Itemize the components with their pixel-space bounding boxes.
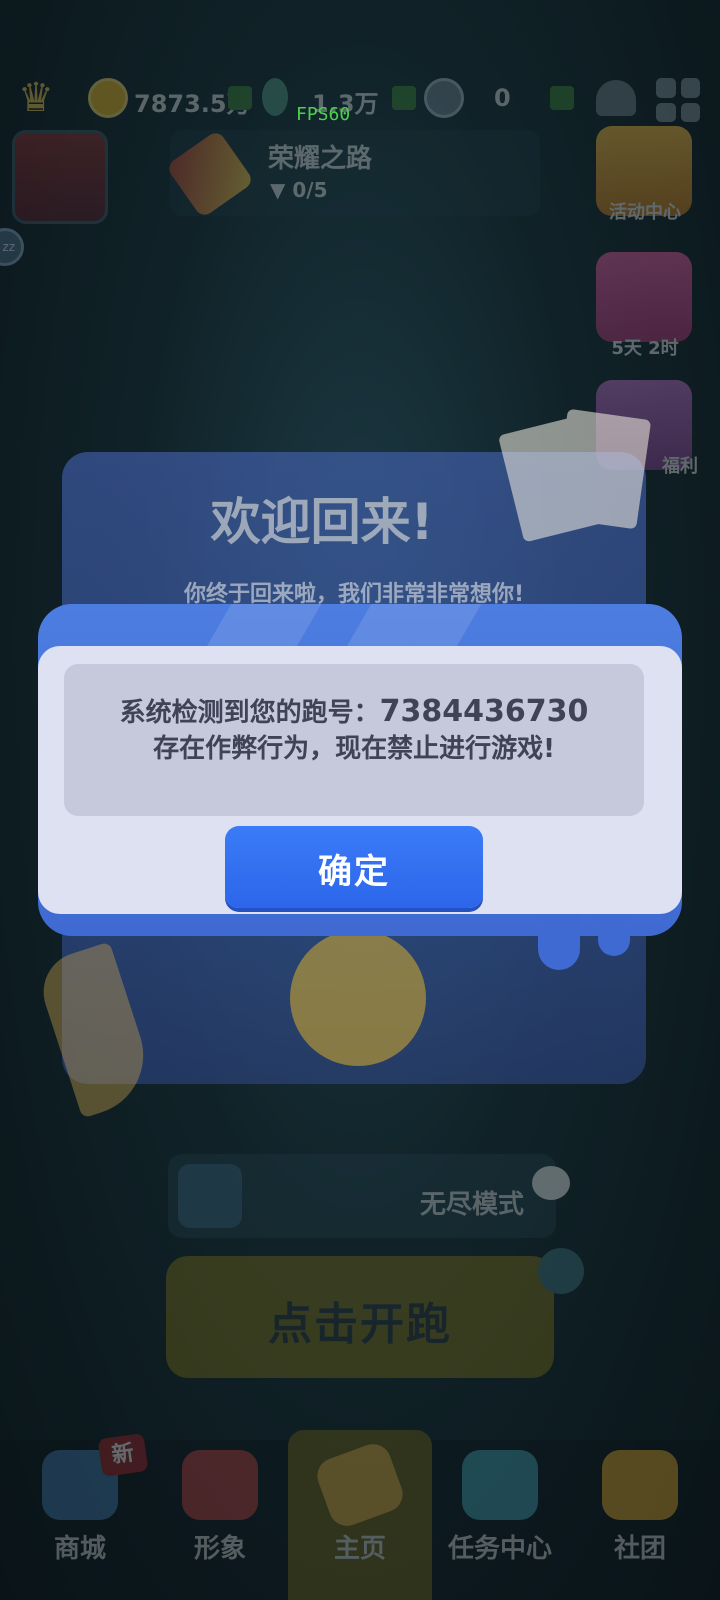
add-keys-icon[interactable] bbox=[392, 86, 416, 110]
gift-button[interactable] bbox=[596, 252, 692, 342]
friends-icon[interactable] bbox=[596, 80, 636, 116]
nav-item-club[interactable]: 社团 bbox=[580, 1450, 700, 1590]
mode-icon bbox=[178, 1164, 242, 1228]
nav-item-appearance[interactable]: 形象 bbox=[160, 1450, 280, 1590]
gift-timer: 5天 2时 bbox=[611, 338, 679, 359]
sleep-icon[interactable]: zz bbox=[0, 228, 24, 266]
tasks-icon bbox=[462, 1450, 538, 1520]
club-icon bbox=[602, 1450, 678, 1520]
glory-road-title: 荣耀之路 bbox=[268, 144, 373, 174]
add-gems-icon[interactable] bbox=[550, 86, 574, 110]
menu-grid-icon[interactable] bbox=[656, 78, 700, 122]
game-screen: ♛ 7873.5万 1.3万 0 zz 荣耀之路 ▼ 0/5 活动中心 5天 2… bbox=[0, 0, 720, 1600]
voice-icon[interactable] bbox=[538, 1248, 584, 1294]
coin-icon bbox=[88, 78, 128, 118]
activity-center-label: 活动中心 bbox=[609, 202, 681, 223]
chat-icon[interactable] bbox=[532, 1166, 570, 1200]
nav-label: 社团 bbox=[613, 1534, 666, 1564]
crown-icon[interactable]: ♛ bbox=[18, 78, 68, 118]
start-run-label: 点击开跑 bbox=[268, 1299, 452, 1350]
ban-message-line2: 存在作弊行为，现在禁止进行游戏! bbox=[153, 734, 555, 764]
confirm-label: 确定 bbox=[318, 852, 390, 892]
player-avatar[interactable] bbox=[12, 130, 108, 224]
key-icon bbox=[262, 78, 288, 116]
mode-label: 无尽模式 bbox=[420, 1190, 525, 1220]
nav-label: 主页 bbox=[333, 1534, 386, 1564]
nav-label: 形象 bbox=[193, 1534, 246, 1564]
account-id: 7384436730 bbox=[379, 694, 589, 729]
confirm-button[interactable]: 确定 bbox=[225, 826, 483, 908]
gem-icon bbox=[424, 78, 464, 118]
ban-message-line1: 系统检测到您的跑号：7384436730 bbox=[119, 694, 589, 729]
nav-label: 任务中心 bbox=[447, 1534, 552, 1564]
nav-item-home[interactable]: 主页 bbox=[300, 1439, 420, 1590]
character-icon bbox=[182, 1450, 258, 1520]
nav-label: 商城 bbox=[53, 1534, 106, 1564]
skateboard-home-icon bbox=[312, 1439, 408, 1531]
top-hud: ♛ 7873.5万 1.3万 0 bbox=[0, 70, 720, 130]
new-badge: 新 bbox=[97, 1432, 149, 1478]
nav-item-tasks[interactable]: 任务中心 bbox=[440, 1450, 560, 1590]
fps-counter: FPS60 bbox=[296, 104, 351, 125]
gem-count: 0 bbox=[494, 84, 511, 112]
cheat-ban-dialog: 系统检测到您的跑号：7384436730 存在作弊行为，现在禁止进行游戏! 确定 bbox=[38, 604, 682, 970]
welcome-title: 欢迎回来! bbox=[210, 493, 434, 551]
add-coins-icon[interactable] bbox=[228, 86, 252, 110]
glory-road-progress: ▼ 0/5 bbox=[270, 178, 328, 202]
